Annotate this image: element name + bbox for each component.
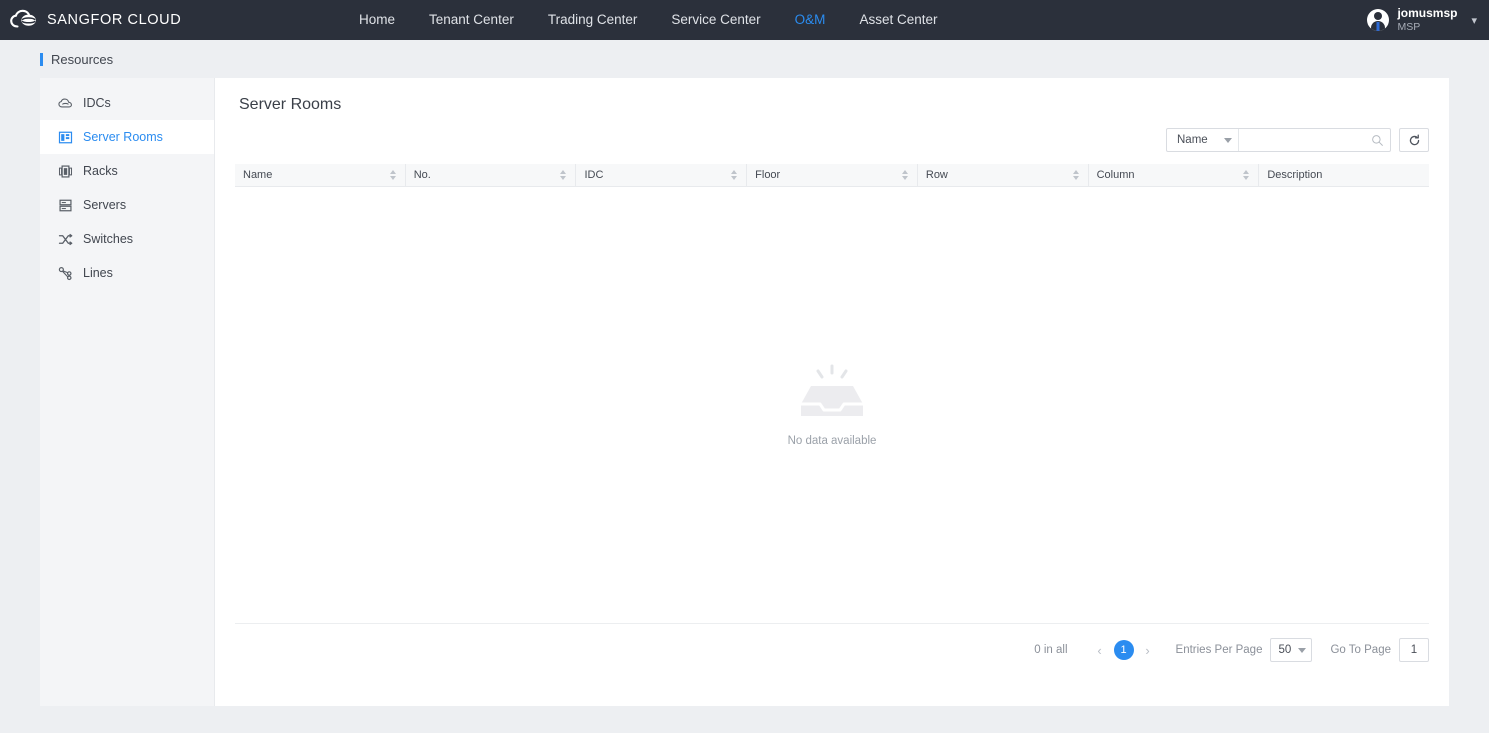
search-field-value: Name [1177,134,1208,146]
page-title: Server Rooms [239,96,342,113]
sort-toggle-icon[interactable] [1072,170,1079,180]
table-header-label: Floor [755,169,781,181]
building-icon [58,130,73,145]
entries-per-page-select[interactable]: 50 [1270,638,1313,662]
go-to-page-input[interactable] [1399,638,1429,662]
content-card: Server Rooms Name Name No. IDC Floor Row… [215,78,1449,706]
top-navigation-bar: SANGFOR CLOUD Home Tenant Center Trading… [0,0,1489,40]
user-role: MSP [1397,20,1421,33]
avatar [1367,9,1390,31]
nav-item-service-center[interactable]: Service Center [654,0,777,40]
sidebar-item-label: Lines [83,266,113,280]
entries-per-page-value: 50 [1278,644,1292,656]
sort-toggle-icon[interactable] [731,170,738,180]
pagination: 0 in all ‹ 1 › Entries Per Page 50 Go To… [215,624,1449,662]
server-icon [58,198,73,213]
search-group: Name [1166,128,1429,152]
table-header-label: Description [1267,169,1323,181]
nav-item-home[interactable]: Home [342,0,412,40]
next-page-button[interactable]: › [1138,643,1158,658]
breadcrumb-label: Resources [51,51,114,67]
sort-toggle-icon[interactable] [389,170,396,180]
sidebar-item-racks[interactable]: Racks [40,154,214,188]
search-field-select[interactable]: Name [1167,129,1239,151]
empty-state: No data available [235,187,1429,623]
nav-item-asset-center[interactable]: Asset Center [842,0,954,40]
table-header-label: IDC [584,169,604,181]
nav-item-tenant-center[interactable]: Tenant Center [412,0,531,40]
user-name: jomusmsp [1397,6,1458,21]
sidebar-item-label: Racks [83,164,118,178]
table-header-label: Column [1096,169,1135,181]
refresh-button[interactable] [1399,128,1429,152]
sidebar-item-server-rooms[interactable]: Server Rooms [40,120,214,154]
prev-page-button[interactable]: ‹ [1090,643,1110,658]
sidebar-item-label: Switches [83,232,134,246]
brand-logo-group[interactable]: SANGFOR CLOUD [0,9,181,31]
table-header-row[interactable]: Row [918,164,1089,186]
rack-icon [58,164,73,179]
entries-per-page-label: Entries Per Page [1175,644,1263,656]
empty-box-icon [795,364,869,427]
table-header-name[interactable]: Name [235,164,406,186]
sidebar-item-switches[interactable]: Switches [40,222,214,256]
table-header-column[interactable]: Column [1089,164,1260,186]
nav-item-trading-center[interactable]: Trading Center [531,0,655,40]
go-to-page-label: Go To Page [1330,644,1391,656]
data-table: Name No. IDC Floor Row Column Descriptio… [235,164,1429,623]
table-header-description[interactable]: Description [1259,164,1429,186]
sidebar-item-label: IDCs [83,96,111,110]
page-number-1[interactable]: 1 [1113,640,1134,660]
sort-toggle-icon[interactable] [1243,170,1250,180]
chevron-down-icon [1224,137,1232,143]
table-header-label: Name [243,169,273,181]
lines-icon [58,266,73,281]
sort-toggle-icon[interactable] [901,170,908,180]
sidebar-item-label: Servers [83,198,127,212]
table-header-row: Name No. IDC Floor Row Column Descriptio… [235,164,1429,187]
table-header-floor[interactable]: Floor [747,164,918,186]
search-icon[interactable] [1364,134,1390,147]
chevron-down-icon [1298,647,1307,653]
cloud-logo-icon [10,9,40,31]
sidebar-item-label: Server Rooms [83,130,163,144]
sidebar-item-servers[interactable]: Servers [40,188,214,222]
nav-item-om[interactable]: O&M [778,0,843,40]
sort-toggle-icon[interactable] [560,170,567,180]
table-toolbar: Name [215,114,1449,152]
cloud-icon [58,96,73,111]
refresh-icon [1409,133,1419,145]
breadcrumb: Resources [0,40,1489,78]
table-header-idc[interactable]: IDC [576,164,748,186]
breadcrumb-marker-icon [40,52,43,66]
empty-state-text: No data available [787,434,877,447]
table-header-no[interactable]: No. [406,164,577,186]
total-count: 0 in all [1034,644,1068,656]
table-header-label: Row [925,169,948,181]
user-info: jomusmsp MSP [1397,6,1458,33]
switch-icon [58,232,73,247]
main-nav: Home Tenant Center Trading Center Servic… [342,0,954,40]
sidebar: IDCs Server Rooms Racks Servers Switches… [40,78,215,706]
brand-name: SANGFOR CLOUD [47,12,182,28]
page-body: IDCs Server Rooms Racks Servers Switches… [40,78,1449,706]
search-box: Name [1166,128,1391,152]
chevron-down-icon[interactable]: ▾ [1471,14,1477,27]
user-menu[interactable]: jomusmsp MSP ▾ [1367,0,1477,40]
sidebar-item-idcs[interactable]: IDCs [40,86,214,120]
table-header-label: No. [413,169,431,181]
sidebar-item-lines[interactable]: Lines [40,256,214,290]
search-input[interactable] [1239,129,1364,151]
